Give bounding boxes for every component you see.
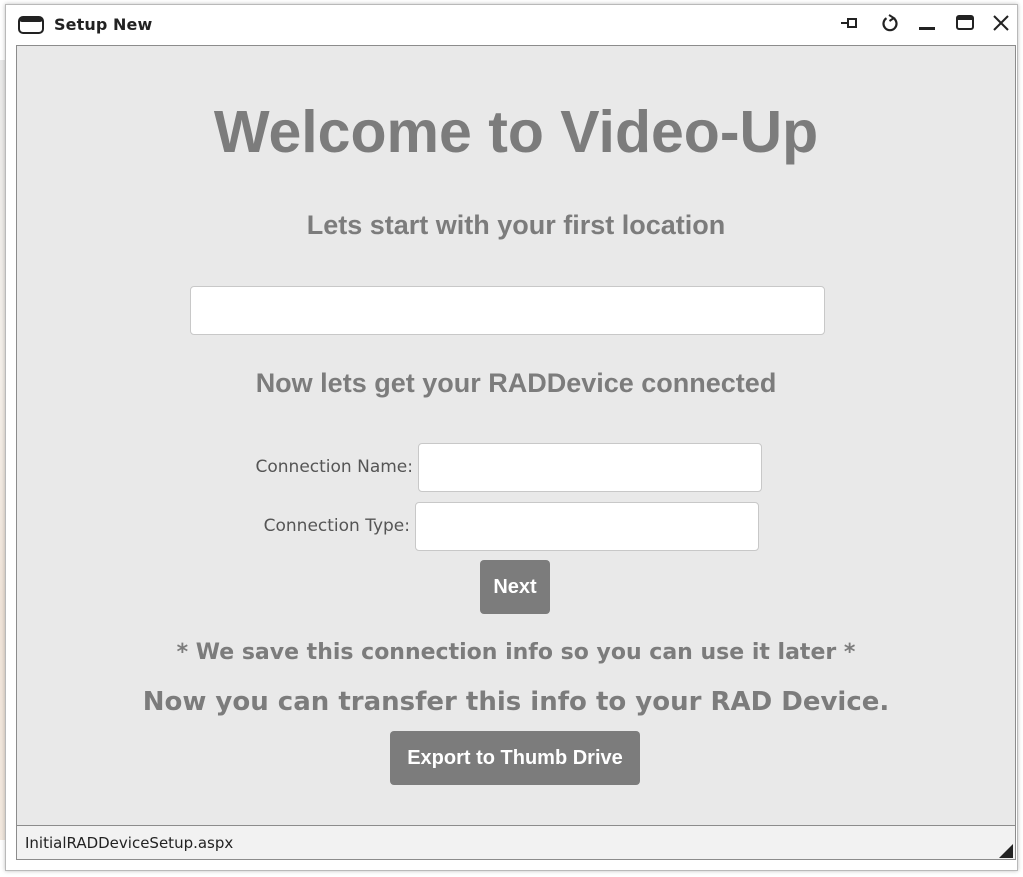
resize-grip-icon[interactable] xyxy=(999,843,1013,858)
welcome-heading: Welcome to Video-Up xyxy=(213,99,819,165)
minimize-button[interactable] xyxy=(914,13,940,37)
export-thumb-drive-button[interactable]: Export to Thumb Drive xyxy=(390,731,640,785)
pin-icon xyxy=(840,15,860,35)
status-page-name: InitialRADDeviceSetup.aspx xyxy=(25,834,234,852)
connection-name-input[interactable] xyxy=(418,443,762,492)
device-prompt: Now lets get your RADDevice connected xyxy=(255,368,777,398)
setup-content: Welcome to Video-Up Lets start with your… xyxy=(16,45,1016,826)
next-button[interactable]: Next xyxy=(480,560,550,614)
pin-button[interactable] xyxy=(837,13,863,37)
location-input[interactable] xyxy=(190,286,825,335)
close-icon xyxy=(992,14,1010,36)
connection-name-label: Connection Name: xyxy=(255,457,413,477)
save-note: * We save this connection info so you ca… xyxy=(176,640,856,665)
desktop: Setup New Welcome to Video-Up Lets start… xyxy=(0,0,1023,877)
transfer-text: Now you can transfer this info to your R… xyxy=(142,687,890,717)
connection-type-label: Connection Type: xyxy=(263,516,410,536)
refresh-button[interactable] xyxy=(877,13,903,37)
refresh-icon xyxy=(880,13,900,37)
window-title: Setup New xyxy=(54,15,153,34)
setup-window: Setup New Welcome to Video-Up Lets start… xyxy=(5,4,1018,871)
close-button[interactable] xyxy=(988,13,1014,37)
connection-type-input[interactable] xyxy=(415,502,759,551)
location-prompt: Lets start with your first location xyxy=(306,210,726,240)
title-bar[interactable]: Setup New xyxy=(6,5,1017,45)
maximize-button[interactable] xyxy=(952,13,978,37)
maximize-icon xyxy=(955,13,975,37)
minimize-icon xyxy=(917,13,937,37)
status-bar: InitialRADDeviceSetup.aspx xyxy=(16,826,1016,860)
window-icon xyxy=(18,16,44,34)
